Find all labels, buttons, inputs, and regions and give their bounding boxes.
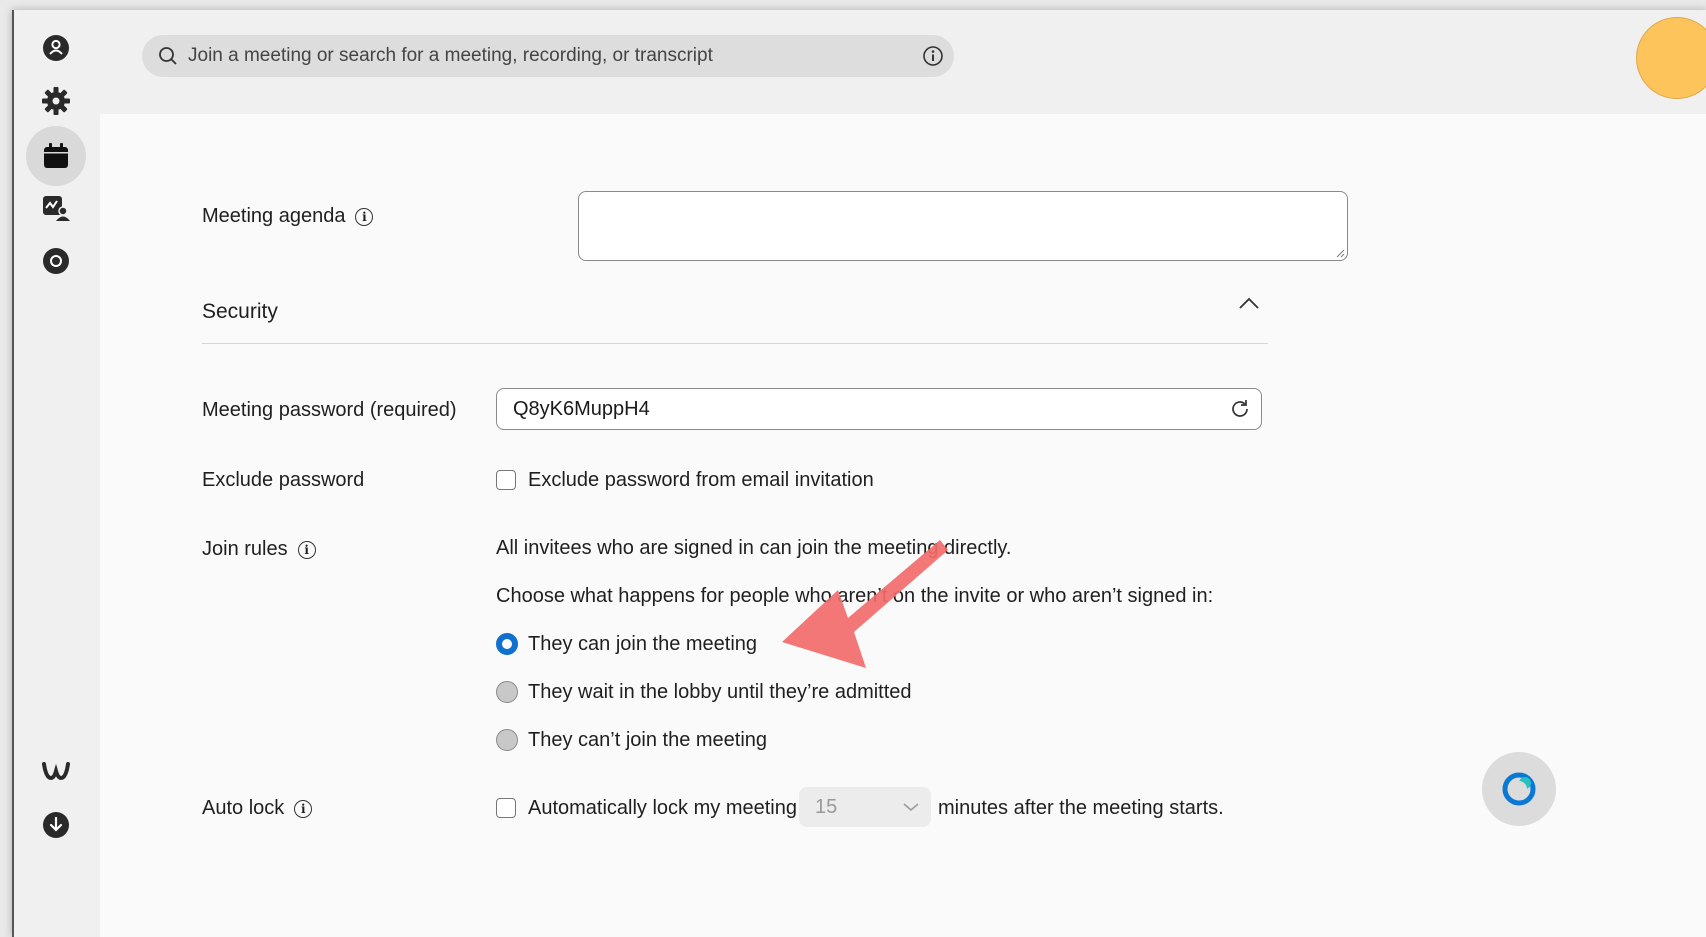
sidebar-item-settings[interactable]: [26, 71, 86, 131]
annotation-arrow-icon: [782, 540, 948, 668]
avatar[interactable]: [1636, 17, 1706, 99]
meeting-form: Meeting agenda i Security Meeting passwo…: [100, 114, 1706, 937]
sidebar-item-recordings[interactable]: [26, 231, 86, 291]
webex-logo-icon: [42, 762, 70, 781]
search-input[interactable]: Join a meeting or search for a meeting, …: [188, 45, 922, 67]
radio-can-join[interactable]: [496, 633, 518, 655]
settings-gear-icon: [42, 87, 70, 115]
resize-grip-icon[interactable]: [1335, 248, 1345, 258]
radio-cannot-join[interactable]: [496, 729, 518, 751]
info-icon[interactable]: i: [355, 207, 374, 226]
top-bar: Join a meeting or search for a meeting, …: [100, 10, 1706, 114]
radio-wait-lobby[interactable]: [496, 681, 518, 703]
search-bar[interactable]: Join a meeting or search for a meeting, …: [142, 35, 954, 77]
exclude-password-checkbox[interactable]: [496, 470, 516, 490]
sidebar-item-webex[interactable]: [26, 741, 86, 801]
password-field[interactable]: Q8yK6MuppH4: [496, 388, 1262, 430]
option-can-join-label[interactable]: They can join the meeting: [528, 633, 757, 656]
auto-lock-minutes-select[interactable]: 15: [799, 787, 931, 827]
sidebar-item-meetings[interactable]: [26, 126, 86, 186]
exclude-password-label: Exclude password: [202, 469, 365, 491]
auto-lock-minutes-value: 15: [815, 795, 838, 818]
recordings-icon: [43, 248, 69, 274]
agenda-label: Meeting agenda i: [202, 205, 374, 228]
agenda-textarea[interactable]: [578, 191, 1348, 261]
info-icon[interactable]: i: [297, 540, 316, 559]
section-divider: [202, 343, 1268, 344]
download-icon: [43, 812, 69, 838]
join-rules-label: Join rules i: [202, 538, 316, 561]
security-section-title[interactable]: Security: [202, 300, 278, 324]
exclude-password-text[interactable]: Exclude password from email invitation: [528, 469, 874, 492]
assistant-icon: [1502, 772, 1536, 806]
insights-icon: [43, 196, 70, 221]
auto-lock-suffix: minutes after the meeting starts.: [938, 797, 1224, 819]
option-cannot-join-label[interactable]: They can’t join the meeting: [528, 729, 767, 752]
auto-lock-checkbox[interactable]: [496, 798, 516, 818]
contacts-icon: [43, 35, 69, 61]
password-value[interactable]: Q8yK6MuppH4: [513, 398, 1229, 421]
info-icon[interactable]: i: [294, 799, 313, 818]
info-icon[interactable]: [922, 45, 944, 67]
auto-lock-label: Auto lock i: [202, 797, 313, 820]
chevron-down-icon: [903, 803, 919, 812]
sidebar-item-download[interactable]: [26, 795, 86, 855]
sidebar-item-contacts[interactable]: [26, 18, 86, 78]
sidebar-item-insights[interactable]: [26, 178, 86, 238]
chevron-up-icon[interactable]: [1238, 296, 1260, 310]
app-window: Join a meeting or search for a meeting, …: [12, 10, 1706, 937]
calendar-icon: [44, 143, 68, 168]
refresh-icon[interactable]: [1229, 398, 1251, 420]
auto-lock-text[interactable]: Automatically lock my meeting: [528, 797, 797, 820]
sidebar: [14, 10, 100, 937]
search-icon: [159, 47, 177, 65]
password-label: Meeting password (required): [202, 399, 457, 421]
option-wait-lobby-label[interactable]: They wait in the lobby until they’re adm…: [528, 681, 912, 704]
assistant-button[interactable]: [1482, 752, 1556, 826]
